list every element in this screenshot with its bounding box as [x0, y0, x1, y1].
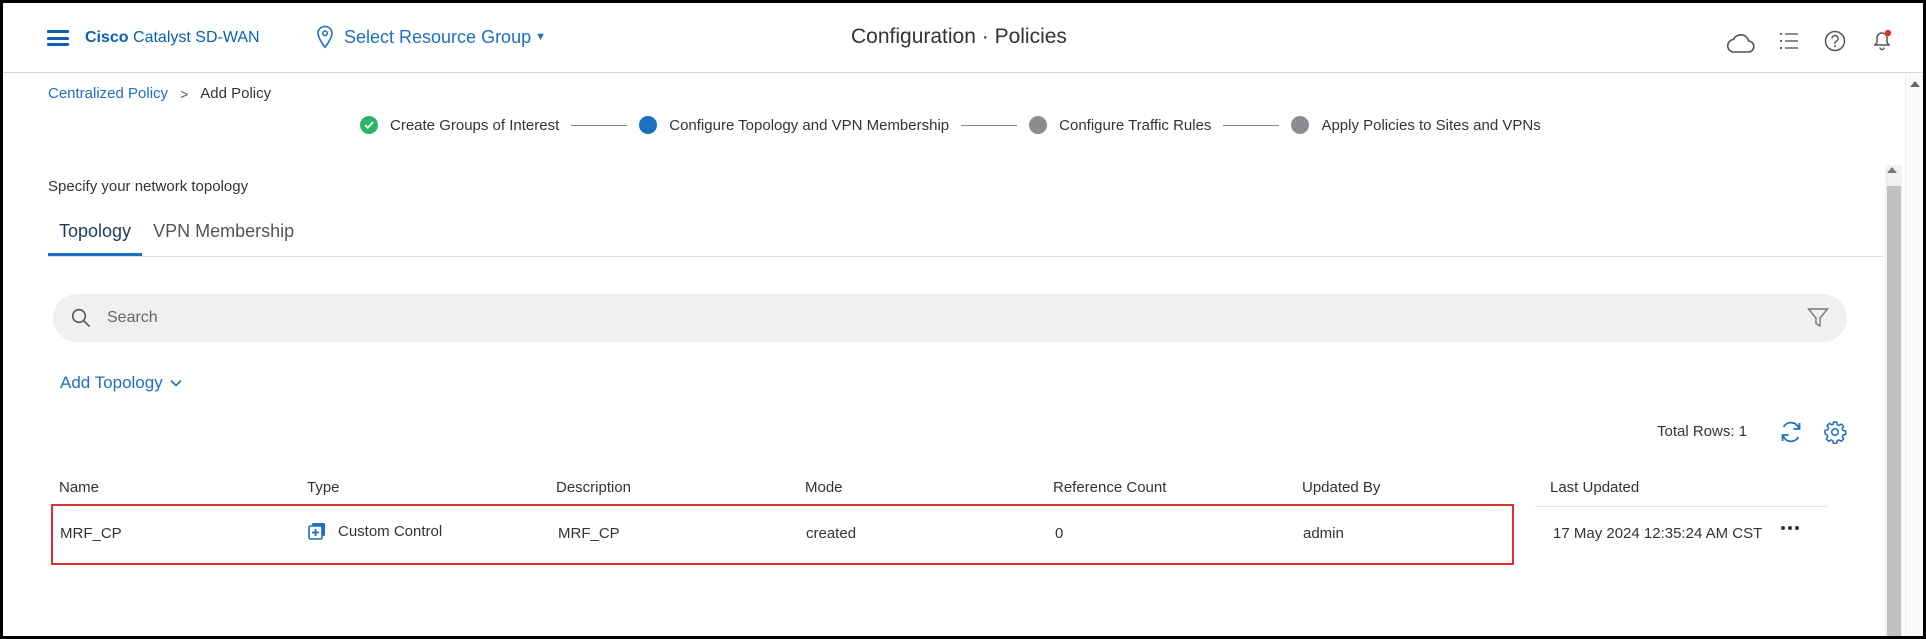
resource-group-selector[interactable]: Select Resource Group ▼ — [316, 25, 546, 49]
step-apply-policies[interactable]: Apply Policies to Sites and VPNs — [1291, 116, 1541, 134]
notification-bell-icon[interactable] — [1871, 28, 1893, 52]
cell-reference-count: 0 — [1055, 525, 1064, 542]
breadcrumb-current: Add Policy — [200, 85, 272, 102]
add-topology-label: Add Topology — [60, 373, 163, 392]
search-input[interactable] — [107, 309, 1707, 327]
brand-logo: Cisco Catalyst SD-WAN — [85, 29, 260, 46]
column-header-last-updated[interactable]: Last Updated — [1550, 479, 1639, 496]
breadcrumb-centralized-policy[interactable]: Centralized Policy — [48, 85, 168, 102]
cell-last-updated: 17 May 2024 12:35:24 AM CST — [1553, 525, 1763, 542]
location-pin-icon — [317, 25, 333, 49]
scroll-up-arrow-icon[interactable] — [1887, 167, 1897, 173]
add-topology-button[interactable]: Add Topology — [60, 373, 182, 393]
cell-updated-by: admin — [1303, 525, 1344, 542]
search-icon — [71, 308, 91, 328]
step-label: Create Groups of Interest — [390, 116, 560, 134]
page-scroll-up-icon[interactable] — [1910, 81, 1920, 87]
step-connector — [571, 124, 628, 126]
highlighted-table-row[interactable] — [51, 504, 1514, 565]
menu-icon[interactable] — [47, 30, 69, 46]
cell-description: MRF_CP — [558, 525, 620, 542]
tab-vpn-membership[interactable]: VPN Membership — [142, 217, 305, 257]
column-header-updated-by[interactable]: Updated By — [1302, 479, 1380, 496]
tab-topology[interactable]: Topology — [48, 217, 143, 257]
column-header-description[interactable]: Description — [556, 479, 631, 496]
scrollbar-thumb[interactable] — [1887, 186, 1901, 636]
step-connector — [961, 124, 1018, 126]
filter-icon[interactable] — [1807, 307, 1829, 329]
step-label: Apply Policies to Sites and VPNs — [1321, 116, 1541, 134]
tab-bar: Topology VPN Membership — [48, 217, 305, 257]
page-title: Configuration · Policies — [851, 25, 1067, 48]
topology-instruction: Specify your network topology — [48, 178, 249, 195]
page-scrollbar[interactable] — [1905, 73, 1923, 636]
task-list-icon[interactable] — [1779, 31, 1799, 51]
column-header-type[interactable]: Type — [307, 479, 340, 496]
pending-step-icon — [1291, 116, 1310, 134]
step-create-groups[interactable]: Create Groups of Interest — [360, 116, 559, 134]
search-bar — [53, 294, 1847, 342]
step-configure-topology[interactable]: Configure Topology and VPN Membership — [639, 116, 949, 134]
gear-icon[interactable] — [1823, 420, 1847, 444]
active-step-icon — [639, 116, 658, 134]
top-header: Cisco Catalyst SD-WAN Select Resource Gr… — [3, 3, 1923, 73]
cell-name: MRF_CP — [60, 525, 122, 542]
column-header-reference-count[interactable]: Reference Count — [1053, 479, 1166, 496]
app-window: Cisco Catalyst SD-WAN Select Resource Gr… — [0, 0, 1926, 639]
total-rows-count: Total Rows: 1 — [1657, 423, 1748, 440]
step-configure-traffic-rules[interactable]: Configure Traffic Rules — [1029, 116, 1211, 134]
help-icon[interactable] — [1824, 30, 1846, 52]
chevron-down-icon — [170, 379, 182, 387]
column-header-name[interactable]: Name — [59, 479, 99, 496]
column-header-mode[interactable]: Mode — [805, 479, 843, 496]
step-label: Configure Traffic Rules — [1059, 116, 1212, 134]
tab-divider — [48, 256, 1883, 257]
chevron-right-icon: > — [180, 85, 189, 102]
wizard-stepper: Create Groups of Interest Configure Topo… — [360, 116, 1541, 134]
step-label: Configure Topology and VPN Membership — [669, 116, 950, 134]
step-connector — [1223, 124, 1280, 126]
cell-type-label: Custom Control — [338, 522, 443, 540]
cloud-icon[interactable] — [1725, 34, 1755, 54]
more-options-icon[interactable] — [1781, 526, 1799, 530]
refresh-icon[interactable] — [1779, 420, 1803, 444]
row-divider — [1535, 506, 1827, 507]
breadcrumb: Centralized Policy > Add Policy — [48, 85, 271, 102]
resource-group-label: Select Resource Group — [344, 26, 532, 47]
cell-type: Custom Control — [308, 522, 442, 540]
cell-mode: created — [806, 525, 857, 542]
checkmark-icon — [360, 116, 378, 134]
caret-down-icon: ▼ — [535, 31, 546, 43]
pending-step-icon — [1029, 116, 1048, 134]
custom-control-icon — [308, 523, 325, 540]
